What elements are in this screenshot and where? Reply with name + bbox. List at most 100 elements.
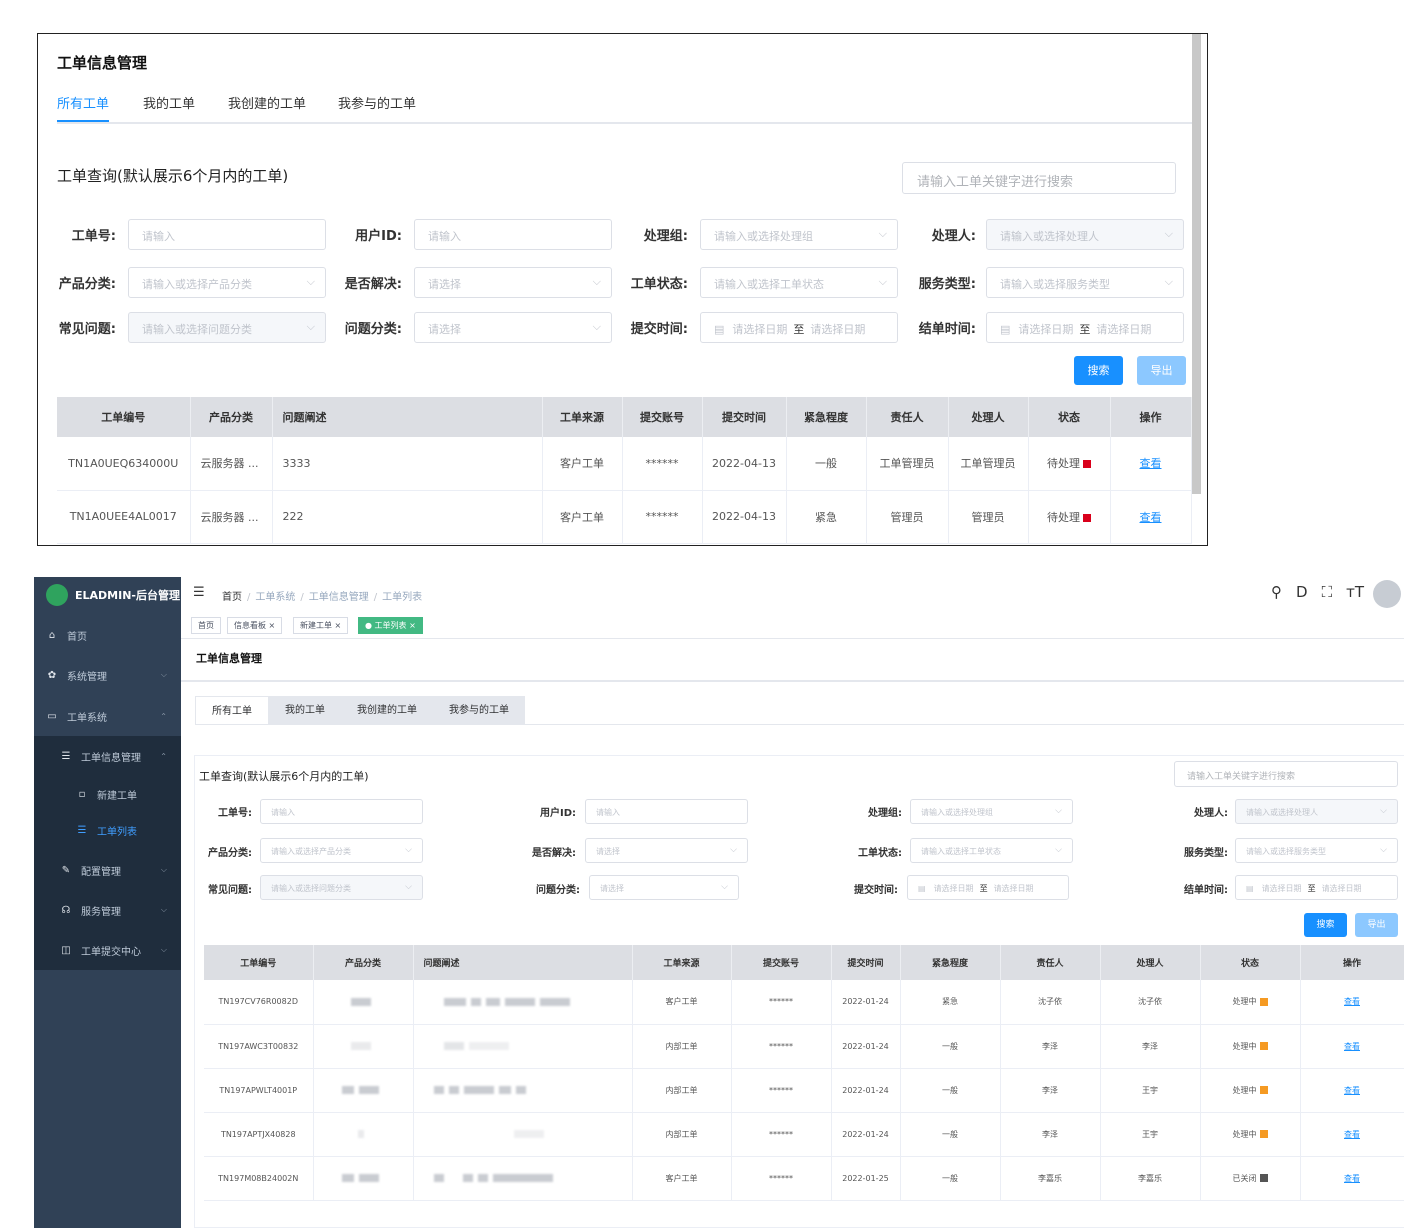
breadcrumb-item: 工单列表 — [382, 592, 423, 603]
handler-select[interactable]: 请输入或选择处理人 ⌵ — [1235, 799, 1398, 824]
user-id-input[interactable]: 请输入 — [585, 799, 748, 824]
column-header: 问题阐述 — [413, 945, 633, 980]
chevron-down-icon: ⌵ — [721, 882, 728, 892]
service-type-select[interactable]: 请输入或选择服务类型 ⌵ — [986, 267, 1184, 298]
breadcrumb-item[interactable]: 首页 — [222, 592, 242, 603]
column-header[interactable]: 提交时间 — [831, 945, 901, 980]
ticket-status-select[interactable]: 请输入或选择工单状态 ⌵ — [700, 267, 898, 298]
tab-all-tickets[interactable]: 所有工单 — [195, 696, 269, 725]
tag-ticket-list[interactable]: ● 工单列表 × — [358, 617, 423, 634]
avatar[interactable] — [1373, 580, 1401, 608]
chevron-down-icon: ⌵ — [1055, 845, 1062, 855]
tab-participated-tickets[interactable]: 我参与的工单 — [433, 696, 525, 725]
export-button[interactable]: 导出 — [1355, 913, 1398, 937]
view-link[interactable]: 查看 — [1140, 457, 1162, 470]
resolved-select[interactable]: 请选择 ⌵ — [414, 267, 612, 298]
view-link[interactable]: 查看 — [1344, 1130, 1360, 1139]
divider — [181, 680, 1404, 682]
product-category-select[interactable]: 请输入或选择产品分类 ⌵ — [128, 267, 326, 298]
fullscreen-icon[interactable]: ⛶ — [1322, 583, 1333, 601]
tag-new-ticket[interactable]: 新建工单 × — [293, 617, 349, 634]
handler-group-select[interactable]: 请输入或选择处理组 ⌵ — [700, 219, 898, 250]
keyword-search-input[interactable]: 请输入工单关键字进行搜索 — [1174, 761, 1398, 787]
sidebar-item-new-ticket[interactable]: ▫ 新建工单 — [34, 774, 181, 814]
faq-select[interactable]: 请输入或选择问题分类 ⌵ — [260, 875, 423, 900]
faq-select[interactable]: 请输入或选择问题分类 ⌵ — [128, 312, 326, 343]
sidebar-item-config[interactable]: ✎ 配置管理 ⌵ — [34, 850, 181, 890]
view-link[interactable]: 查看 — [1140, 511, 1162, 524]
keyword-search-input[interactable]: 请输入工单关键字进行搜索 — [902, 162, 1176, 194]
column-header[interactable]: 提交时间 — [702, 397, 787, 437]
ticket-no-input[interactable]: 请输入 — [260, 799, 423, 824]
tab-all-tickets[interactable]: 所有工单 — [57, 96, 110, 122]
tab-created-tickets[interactable]: 我创建的工单 — [341, 696, 433, 725]
action-cell: 查看 — [1300, 1156, 1404, 1201]
ticket-id: TN197AWC3T00832 — [204, 1024, 314, 1069]
product-category-select[interactable]: 请输入或选择产品分类 ⌵ — [260, 838, 423, 863]
tab-my-tickets[interactable]: 我的工单 — [269, 696, 341, 725]
status-cell: 处理中 — [1200, 1024, 1301, 1069]
sidebar-item-ticket-system[interactable]: ▭ 工单系统 ⌃ — [34, 696, 181, 736]
redacted-text — [513, 1130, 544, 1138]
export-button[interactable]: 导出 — [1137, 356, 1186, 385]
sidebar-item-home[interactable]: ⌂ 首页 — [34, 615, 181, 655]
time-cell: 2022-01-24 — [831, 980, 901, 1025]
handler-select[interactable]: 请输入或选择处理人 ⌵ — [986, 219, 1184, 250]
product-cell-redacted — [313, 1156, 414, 1201]
sidebar-item-submit-center[interactable]: ◫ 工单提交中心 ⌵ — [34, 930, 181, 970]
redacted-text — [485, 997, 500, 1006]
tab-my-tickets[interactable]: 我的工单 — [143, 96, 195, 122]
product-cell: 云服务器 ... — [190, 490, 273, 544]
resolved-select[interactable]: 请选择 ⌵ — [585, 838, 748, 863]
ticket-no-input[interactable]: 请输入 — [128, 219, 326, 250]
app-logo[interactable]: ELADMIN-后台管理 — [46, 584, 180, 606]
table-row: TN197APWLT4001P 内部工单 ****** 2022-01-24 一… — [204, 1068, 1404, 1113]
sidebar-item-ticket-info[interactable]: ☰ 工单信息管理 ⌃ — [34, 736, 181, 776]
resolved-label: 是否解决: — [344, 277, 402, 292]
sidebar-item-service[interactable]: ☊ 服务管理 ⌵ — [34, 890, 181, 930]
sidebar-item-label: 系统管理 — [67, 671, 107, 683]
submit-time-range[interactable]: ▤ 请选择日期至请选择日期 — [907, 875, 1069, 900]
status-cell: 处理中 — [1200, 1112, 1301, 1157]
view-link[interactable]: 查看 — [1344, 997, 1360, 1006]
hamburger-icon[interactable]: ☰ — [193, 585, 205, 600]
submit-time-end: 请选择日期 — [810, 323, 866, 336]
view-link[interactable]: 查看 — [1344, 1174, 1360, 1183]
close-time-range[interactable]: ▤ 请选择日期至请选择日期 — [1235, 875, 1398, 900]
service-type-select[interactable]: 请输入或选择服务类型 ⌵ — [1235, 838, 1398, 863]
vertical-scrollbar[interactable] — [1192, 34, 1201, 494]
breadcrumb-separator: / — [300, 592, 304, 603]
time-cell: 2022-01-24 — [831, 1068, 901, 1113]
search-icon[interactable]: ⚲ — [1271, 583, 1282, 601]
close-time-range[interactable]: ▤ 请选择日期至请选择日期 — [986, 312, 1184, 343]
issue-category-select[interactable]: 请选择 ⌵ — [589, 875, 739, 900]
search-button[interactable]: 搜索 — [1304, 913, 1347, 937]
handler-group-select[interactable]: 请输入或选择处理组 ⌵ — [910, 799, 1073, 824]
account-cell: ****** — [622, 490, 703, 544]
resolved-placeholder: 请选择 — [596, 847, 620, 856]
resolved-label: 是否解决: — [532, 848, 576, 859]
status-cell: 待处理 — [1028, 437, 1111, 491]
doc-icon[interactable]: D — [1296, 583, 1308, 601]
sidebar-item-system[interactable]: ✿ 系统管理 ⌵ — [34, 655, 181, 695]
sidebar-item-label: 服务管理 — [81, 906, 121, 918]
redacted-text — [350, 997, 371, 1006]
user-id-input[interactable]: 请输入 — [414, 219, 612, 250]
sidebar-item-ticket-list[interactable]: ☰ 工单列表 — [34, 810, 181, 850]
tag-label: 信息看板 — [234, 621, 266, 630]
table-row: TN197CV76R0082D 客户工单 ****** 2022-01-24 紧… — [204, 980, 1404, 1025]
font-size-icon[interactable]: ᴛT — [1346, 583, 1364, 601]
tag-home[interactable]: 首页 — [191, 617, 221, 634]
issue-category-select[interactable]: 请选择 ⌵ — [414, 312, 612, 343]
tag-dashboard[interactable]: 信息看板 × — [227, 617, 283, 634]
ticket-management-panel: 工单信息管理 所有工单 我的工单 我创建的工单 我参与的工单 工单查询(默认展示… — [37, 33, 1208, 546]
search-button[interactable]: 搜索 — [1074, 356, 1123, 385]
submit-time-range[interactable]: ▤ 请选择日期至请选择日期 — [700, 312, 898, 343]
submit-time-end: 请选择日期 — [993, 884, 1034, 893]
ticket-status-select[interactable]: 请输入或选择工单状态 ⌵ — [910, 838, 1073, 863]
tab-participated-tickets[interactable]: 我参与的工单 — [338, 96, 416, 122]
owner-cell: 李泽 — [1000, 1068, 1101, 1113]
view-link[interactable]: 查看 — [1344, 1086, 1360, 1095]
view-link[interactable]: 查看 — [1344, 1042, 1360, 1051]
tab-created-tickets[interactable]: 我创建的工单 — [228, 96, 306, 122]
